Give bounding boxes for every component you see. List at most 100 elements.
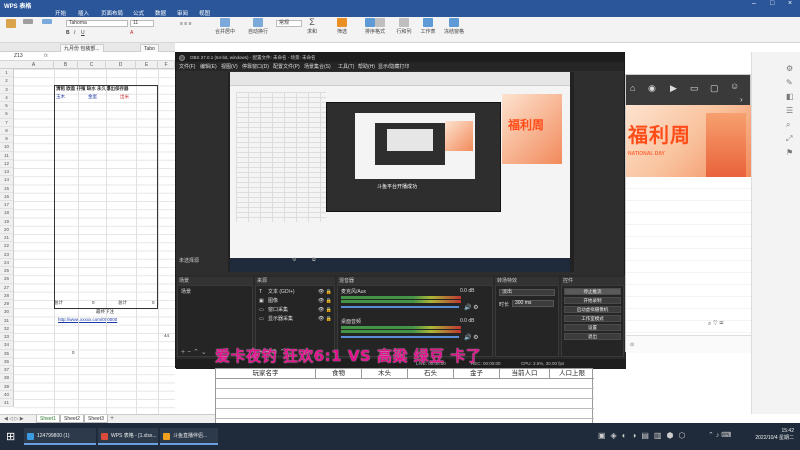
obs-menu-tools[interactable]: 工具(T) [338,63,354,70]
sidebar-tool-icons[interactable]: ⚙ ✎ ◧ ☰ ⌕ ⤢ ⚑ [786,62,794,160]
paste-button[interactable] [4,19,18,29]
obs-preview[interactable]: 斗鱼平台开播成功 福利周 [228,72,574,272]
spreadsheet-grid[interactable]: A B C D E F 1 2 3 4 5 6 7 8 9 10 11 12 13 14 15 16 17 18 1… [0,61,175,414]
start-recording-button[interactable]: 开始录制 [564,297,621,304]
underline-icon[interactable]: U [81,30,85,36]
clock[interactable]: 15:42 2022/10/4 星期二 [755,428,794,442]
cell-reference[interactable]: Z13 [14,53,23,59]
web-panel[interactable]: ⌂ ◉ ▶ ▭ ▢ ☺ › 福利周 NATIONAL DAY ⌕ ♡ ✉ ⊙ [625,74,752,353]
row-header[interactable]: 36 [0,358,13,366]
obs-menu-view[interactable]: 视图(V) [221,63,238,70]
obs-menu-file[interactable]: 文件(F) [179,63,195,70]
doc-tab-2[interactable]: Tabo [140,44,159,52]
row-header[interactable]: 40 [0,391,13,399]
sheet-tab-2[interactable]: Sheet2 [60,415,84,423]
square-icon[interactable]: ▢ [710,83,719,94]
exit-button[interactable]: 退出 [564,333,621,340]
column-header-e[interactable]: E [136,61,158,69]
row-header[interactable]: 39 [0,383,13,391]
menu-view[interactable]: 视图 [199,9,210,17]
row-header[interactable]: 41 [0,399,13,408]
start-icon[interactable]: ⊞ [6,430,15,443]
row-header[interactable]: 17 [0,201,13,210]
fx-icon[interactable]: fx [44,53,48,59]
filters-button[interactable]: ⧉ [312,257,316,263]
cut-button[interactable] [22,19,34,25]
taskbar-item-douyu[interactable]: 斗鱼直播伴侣... [160,428,218,445]
italic-icon[interactable]: I [74,30,75,36]
sheet-nav-icons[interactable]: ◀ ◁ ▷ ▶ [4,416,24,422]
row-header[interactable]: 35 [0,350,13,358]
merge-center-button[interactable]: 合并居中 [210,18,240,35]
filter-button[interactable]: 筛选 [330,18,354,35]
row-header[interactable]: 13 [0,168,13,177]
row-header[interactable]: 33 [0,333,13,342]
transition-duration-input[interactable]: 300 ms [512,300,554,307]
source-item-window[interactable]: 窗口采集 [268,306,288,313]
tray-system-icons[interactable]: ⌃ ♪ ⌨ [708,431,731,439]
row-header[interactable]: 2 [0,77,13,86]
video-icon[interactable]: ▶ [670,83,677,94]
note-label[interactable]: 最终下注 [96,309,114,315]
freeze-panes-button[interactable]: 冻结窗格 [442,18,466,35]
menu-insert[interactable]: 插入 [78,9,89,17]
sum-button[interactable]: Σ 求和 [300,18,324,36]
minimize-icon[interactable]: – [752,0,756,7]
obs-menu-scene-collection[interactable]: 场景集合(S) [304,63,331,70]
mixer-track-2-slider[interactable] [341,336,459,338]
row-header[interactable]: 12 [0,160,13,168]
row-header[interactable]: 8 [0,127,13,135]
scene-add-remove-icons[interactable]: + − ⌃ ⌄ [181,348,207,356]
row-header[interactable]: 28 [0,292,13,300]
footer-user-icon[interactable]: ⊙ [630,342,634,348]
menu-formula[interactable]: 公式 [133,9,144,17]
studio-mode-button[interactable]: 工作室模式 [564,315,621,322]
source-item-display[interactable]: 显示器采集 [268,315,293,322]
mixer-track-1-volume-icon[interactable]: 🔊 ⚙ [464,304,479,311]
promo-banner[interactable]: 福利周 NATIONAL DAY [626,105,752,177]
row-header[interactable]: 21 [0,234,13,243]
row-col-button[interactable]: 行和列 [392,18,416,35]
menu-data[interactable]: 数据 [155,9,166,17]
column-header-a[interactable]: A [14,61,54,69]
chevron-right-icon[interactable]: › [740,95,743,104]
sheet-tab-3[interactable]: Sheet3 [84,415,108,423]
tray-app-icons[interactable]: ▣◈◐◑▤▥⬢⬡ [598,431,690,440]
row-header[interactable]: 30 [0,308,13,317]
number-44-cell[interactable]: 44 [164,333,169,338]
eye-lock-icons[interactable]: 👁 🔒 👁 🔒 👁 🔒 👁 🔒 [318,288,332,324]
source-item-image[interactable]: 图像 [268,297,278,304]
column-header-c[interactable]: C [78,61,106,69]
tv-icon[interactable]: ▭ [690,83,699,94]
format-painter-button[interactable] [40,19,54,25]
row-header[interactable]: 24 [0,259,13,267]
url-link[interactable]: http://www.xxxxx.com/000000 [58,317,117,322]
menu-review[interactable]: 审阅 [177,9,188,17]
sheet-tab-1[interactable]: Sheet1 [36,415,60,423]
column-header-f[interactable]: F [158,61,175,69]
font-color-icon[interactable]: A [130,30,133,36]
menu-home[interactable]: 开始 [55,9,66,17]
taskbar-item-qq[interactable]: 124799800 (1) [24,428,96,445]
font-size-combo[interactable]: 11 [130,20,154,27]
row-header[interactable]: 4 [0,94,13,102]
add-sheet-icon[interactable]: + [110,415,114,422]
settings-button[interactable]: 设置 [564,324,621,331]
row-header[interactable]: 16 [0,193,13,201]
maximize-icon[interactable]: □ [770,0,774,7]
number-format-combo[interactable]: 常规 [276,20,302,27]
obs-menu-toggle[interactable]: 显示/隐藏打印 [378,63,409,70]
obs-menu-help[interactable]: 帮助(H) [358,63,375,70]
row-header[interactable]: 26 [0,275,13,284]
bold-icon[interactable]: B [66,30,70,36]
font-name-combo[interactable]: Tahoma [66,20,128,27]
row-header[interactable]: 27 [0,284,13,292]
row-header[interactable]: 38 [0,374,13,383]
user-icon[interactable]: ☺ [730,81,739,91]
format-button[interactable]: 格式 [370,18,390,35]
align-icon[interactable]: ≡ ≡ ≡ [180,21,192,27]
wrap-text-button[interactable]: 自动换行 [243,18,273,35]
row-header[interactable]: 5 [0,102,13,111]
row-header[interactable]: 10 [0,143,13,152]
row-header[interactable]: 23 [0,251,13,259]
